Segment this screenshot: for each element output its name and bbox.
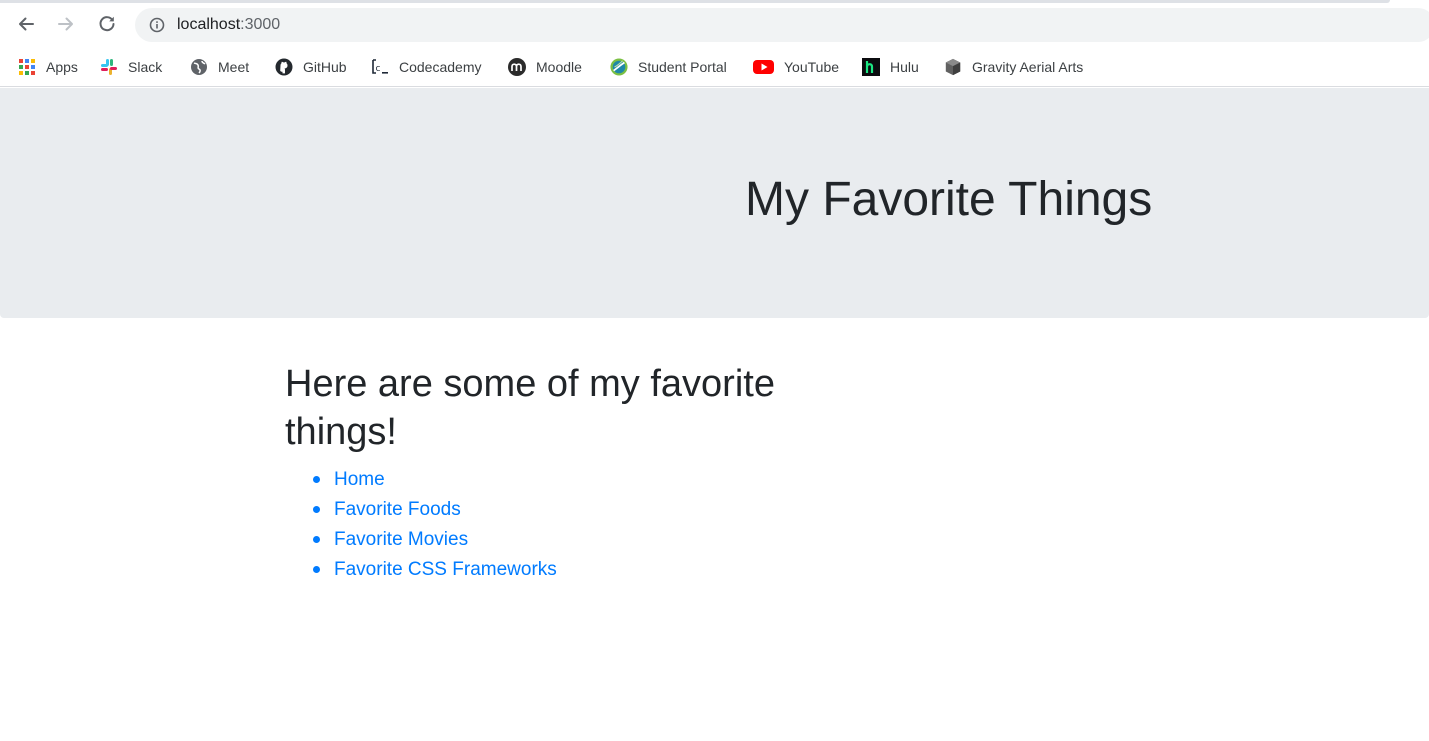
hulu-icon (862, 58, 880, 76)
github-icon (275, 58, 293, 76)
forward-button[interactable] (52, 10, 80, 38)
list-item: Favorite CSS Frameworks (285, 558, 845, 588)
student-portal-icon (610, 58, 628, 76)
slack-icon (100, 58, 118, 76)
link-favorite-movies[interactable]: Favorite Movies (334, 529, 468, 550)
link-favorite-css-frameworks[interactable]: Favorite CSS Frameworks (334, 559, 557, 580)
bookmark-label: Student Portal (638, 59, 727, 75)
bullet-dot (313, 506, 320, 513)
nav-link-list: Home Favorite Foods Favorite Movies Favo… (285, 468, 845, 588)
url-host: localhost (177, 16, 241, 33)
list-item: Home (285, 468, 845, 498)
list-item: Favorite Foods (285, 498, 845, 528)
svg-text:c: c (376, 64, 381, 74)
bookmark-label: Apps (46, 59, 78, 75)
cube-icon (944, 58, 962, 76)
link-home[interactable]: Home (334, 469, 385, 490)
bookmark-label: GitHub (303, 59, 347, 75)
bookmark-gravity-aerial-arts[interactable]: Gravity Aerial Arts (944, 55, 1083, 79)
back-button[interactable] (12, 10, 40, 38)
arrow-right-icon (56, 14, 76, 34)
bookmark-hulu[interactable]: Hulu (862, 55, 919, 79)
info-circle-icon[interactable] (149, 17, 165, 33)
browser-toolbar: localhost:3000 (0, 0, 1429, 48)
bookmark-slack[interactable]: Slack (100, 55, 162, 79)
youtube-icon (753, 58, 774, 76)
list-item: Favorite Movies (285, 528, 845, 558)
apps-grid-icon (18, 58, 36, 76)
bookmark-label: YouTube (784, 59, 840, 75)
reload-button[interactable] (93, 10, 121, 38)
bookmarks-bar: Apps Slack Meet GitHub c Codecademy Mood… (0, 48, 1429, 87)
bookmark-label: Codecademy (399, 59, 482, 75)
bookmark-github[interactable]: GitHub (275, 55, 347, 79)
url-text: localhost:3000 (177, 15, 280, 35)
section-heading: Here are some of my favorite things! (285, 363, 775, 453)
codecademy-icon: c (371, 58, 389, 76)
bookmark-youtube[interactable]: YouTube (753, 55, 839, 79)
bookmark-label: Slack (128, 59, 163, 75)
jumbotron: My Favorite Things (0, 88, 1429, 318)
page-title: My Favorite Things (745, 173, 1153, 226)
bookmark-moodle[interactable]: Moodle (508, 55, 582, 79)
reload-icon (97, 14, 117, 34)
bullet-dot (313, 476, 320, 483)
moodle-icon (508, 58, 526, 76)
bookmark-label: Moodle (536, 59, 582, 75)
link-favorite-foods[interactable]: Favorite Foods (334, 499, 461, 520)
bookmark-label: Hulu (890, 59, 919, 75)
bookmark-student-portal[interactable]: Student Portal (610, 55, 727, 79)
bookmark-label: Gravity Aerial Arts (972, 59, 1084, 75)
main-content: Here are some of my favorite things! Hom… (285, 360, 845, 588)
bookmark-apps[interactable]: Apps (18, 55, 78, 79)
url-port: :3000 (240, 16, 281, 33)
bullet-dot (313, 536, 320, 543)
globe-icon (190, 58, 208, 76)
tab-strip-edge (0, 0, 1390, 3)
address-bar[interactable]: localhost:3000 (135, 8, 1429, 42)
bookmark-label: Meet (218, 59, 250, 75)
bullet-dot (313, 566, 320, 573)
arrow-left-icon (16, 14, 36, 34)
bookmark-meet[interactable]: Meet (190, 55, 249, 79)
bookmark-codecademy[interactable]: c Codecademy (371, 55, 482, 79)
